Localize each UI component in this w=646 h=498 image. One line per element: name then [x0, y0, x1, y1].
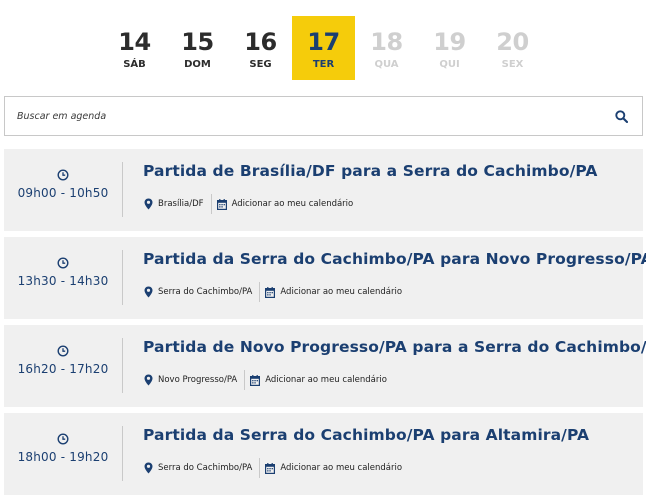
event-meta: Serra do Cachimbo/PA Adicionar ao meu ca… — [144, 282, 403, 302]
calendar-icon — [265, 462, 276, 474]
event-time: 09h00 - 10h50 — [17, 186, 109, 200]
map-pin-icon — [144, 286, 153, 298]
day-20[interactable]: 20 SEX — [481, 16, 544, 80]
calendar-label: Adicionar ao meu calendário — [265, 375, 387, 385]
day-18[interactable]: 18 QUA — [355, 16, 418, 80]
event-location: Novo Progresso/PA — [144, 374, 237, 386]
event-time-column: 16h20 - 17h20 — [4, 325, 122, 407]
divider — [210, 194, 212, 214]
event-meta: Serra do Cachimbo/PA Adicionar ao meu ca… — [144, 458, 403, 478]
event-card: 13h30 - 14h30 Partida da Serra do Cachim… — [4, 237, 646, 319]
day-16[interactable]: 16 SEG — [229, 16, 292, 80]
day-selector: 14 SÁB 15 DOM 16 SEG 17 TER 18 QUA 19 QU… — [103, 16, 544, 80]
day-weekday: TER — [312, 59, 335, 70]
clock-icon — [57, 169, 69, 181]
calendar-label: Adicionar ao meu calendário — [231, 199, 354, 209]
clock-icon — [57, 257, 69, 269]
clock-icon — [57, 345, 69, 357]
calendar-icon — [216, 198, 227, 210]
search-icon — [614, 109, 628, 123]
location-label: Novo Progresso/PA — [158, 375, 238, 385]
event-meta: Brasília/DF Adicionar ao meu calendário — [144, 194, 354, 214]
day-17-selected[interactable]: 17 TER — [292, 16, 355, 80]
day-number: 16 — [244, 28, 277, 56]
divider — [259, 282, 261, 302]
day-number: 14 — [118, 28, 151, 56]
event-location: Brasília/DF — [144, 198, 204, 210]
agenda-search-bar — [4, 96, 643, 136]
event-location: Serra do Cachimbo/PA — [144, 462, 252, 474]
event-title[interactable]: Partida de Brasília/DF para a Serra do C… — [143, 162, 598, 180]
day-number: 19 — [433, 28, 466, 56]
search-button[interactable] — [600, 97, 642, 135]
event-card: 09h00 - 10h50 Partida de Brasília/DF par… — [4, 149, 643, 231]
event-title[interactable]: Partida da Serra do Cachimbo/PA para Alt… — [143, 426, 589, 444]
map-pin-icon — [144, 462, 153, 474]
event-time: 18h00 - 19h20 — [17, 450, 109, 464]
event-card: 16h20 - 17h20 Partida de Novo Progresso/… — [4, 325, 646, 407]
event-title[interactable]: Partida da Serra do Cachimbo/PA para Nov… — [143, 250, 646, 268]
calendar-label: Adicionar ao meu calendário — [280, 287, 403, 297]
event-location: Serra do Cachimbo/PA — [144, 286, 252, 298]
day-weekday: QUA — [374, 59, 399, 70]
divider — [122, 162, 123, 217]
divider — [122, 250, 123, 305]
location-label: Serra do Cachimbo/PA — [158, 463, 253, 473]
event-meta: Novo Progresso/PA Adicionar ao meu calen… — [144, 370, 387, 390]
day-15[interactable]: 15 DOM — [166, 16, 229, 80]
add-to-calendar-link[interactable]: Adicionar ao meu calendário — [250, 374, 387, 386]
day-19[interactable]: 19 QUI — [418, 16, 481, 80]
clock-icon — [57, 433, 69, 445]
day-weekday: SEX — [501, 59, 524, 70]
day-number: 18 — [370, 28, 403, 56]
event-time-column: 18h00 - 19h20 — [4, 413, 122, 495]
day-weekday: DOM — [184, 59, 211, 70]
day-weekday: QUI — [439, 59, 460, 70]
location-label: Serra do Cachimbo/PA — [158, 287, 253, 297]
divider — [122, 338, 123, 393]
event-title[interactable]: Partida de Novo Progresso/PA para a Serr… — [143, 338, 646, 356]
day-14[interactable]: 14 SÁB — [103, 16, 166, 80]
add-to-calendar-link[interactable]: Adicionar ao meu calendário — [265, 462, 403, 474]
event-card: 18h00 - 19h20 Partida da Serra do Cachim… — [4, 413, 643, 495]
divider — [259, 458, 261, 478]
add-to-calendar-link[interactable]: Adicionar ao meu calendário — [265, 286, 403, 298]
map-pin-icon — [144, 374, 153, 386]
calendar-icon — [250, 374, 261, 386]
divider — [122, 426, 123, 481]
day-number: 17 — [307, 28, 340, 56]
add-to-calendar-link[interactable]: Adicionar ao meu calendário — [216, 198, 354, 210]
divider — [244, 370, 246, 390]
day-number: 15 — [181, 28, 214, 56]
calendar-icon — [265, 286, 276, 298]
event-time-column: 13h30 - 14h30 — [4, 237, 122, 319]
event-time-column: 09h00 - 10h50 — [4, 149, 122, 231]
event-time: 16h20 - 17h20 — [17, 362, 109, 376]
event-time: 13h30 - 14h30 — [17, 274, 109, 288]
search-input[interactable] — [5, 97, 600, 135]
day-number: 20 — [496, 28, 529, 56]
location-label: Brasília/DF — [158, 199, 204, 209]
map-pin-icon — [144, 198, 153, 210]
calendar-label: Adicionar ao meu calendário — [280, 463, 403, 473]
day-weekday: SEG — [249, 59, 272, 70]
day-weekday: SÁB — [123, 59, 146, 70]
